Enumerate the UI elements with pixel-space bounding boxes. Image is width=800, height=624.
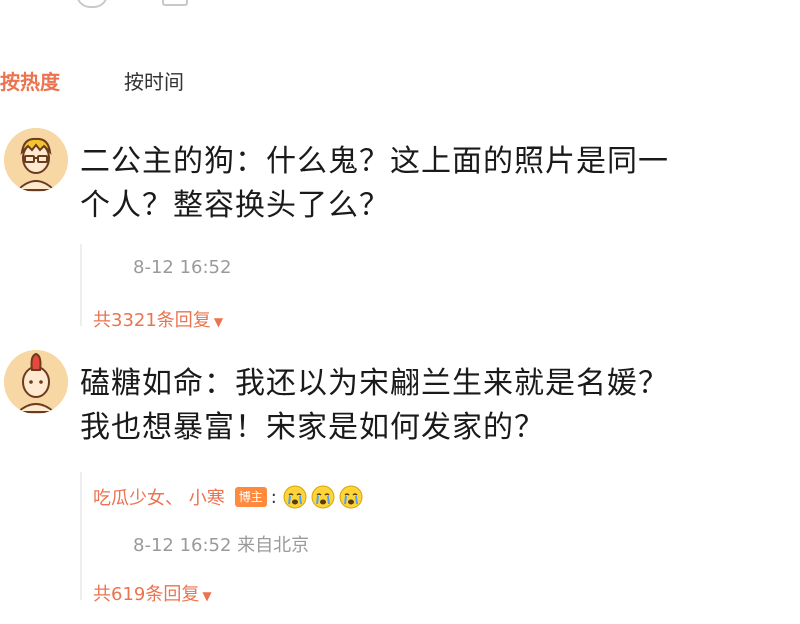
sort-by-hot-tab[interactable]: 按热度 [0,66,60,95]
caret-down-icon: ▼ [202,589,212,603]
sub-reply-colon: : [270,486,277,508]
sub-reply-user[interactable]: 吃瓜少女、 小寒 [93,484,225,510]
thread-divider [80,244,82,326]
caret-down-icon: ▼ [213,315,224,329]
crying-face-icon [311,485,335,509]
avatar-mohawk-boy[interactable] [4,350,68,414]
sort-by-time-tab[interactable]: 按时间 [124,66,184,95]
comment-text: 二公主的狗：什么鬼？这上面的照片是同一 个人？整容换头了么？ [80,140,790,228]
author-badge: 博主 [234,487,267,507]
sub-reply-preview[interactable]: 吃瓜少女、 小寒 博主 : [93,484,363,510]
comment-timestamp-location: 8-12 16:52 来自北京 [133,535,310,556]
comment-text: 磕糖如命：我还以为宋翩兰生来就是名媛？ 我也想暴富！宋家是如何发家的？ [80,362,790,450]
comment-line: 磕糖如命：我还以为宋翩兰生来就是名媛？ [80,366,669,401]
comment-line: 二公主的狗：什么鬼？这上面的照片是同一 [80,144,669,179]
avatar-illustration [4,350,68,414]
thread-divider [80,472,82,600]
reply-count-link[interactable]: 共3321条回复 ▼ [93,306,223,332]
reply-count-label: 共3321条回复 [93,310,211,331]
toolbar-icon-partial[interactable] [162,0,188,6]
reply-count-link[interactable]: 共619条回复 ▼ [93,580,212,606]
top-toolbar-remnant [0,0,800,30]
reply-count-label: 共619条回复 [93,584,200,605]
comment-line: 个人？整容换头了么？ [80,188,390,223]
comment-timestamp: 8-12 16:52 [133,257,232,278]
toolbar-icon-partial[interactable] [76,0,108,8]
crying-face-icon [339,485,363,509]
avatar-blond-boy[interactable] [4,128,68,192]
avatar-illustration [4,128,68,192]
crying-face-icon [283,485,307,509]
comment-line: 我也想暴富！宋家是如何发家的？ [80,410,545,445]
